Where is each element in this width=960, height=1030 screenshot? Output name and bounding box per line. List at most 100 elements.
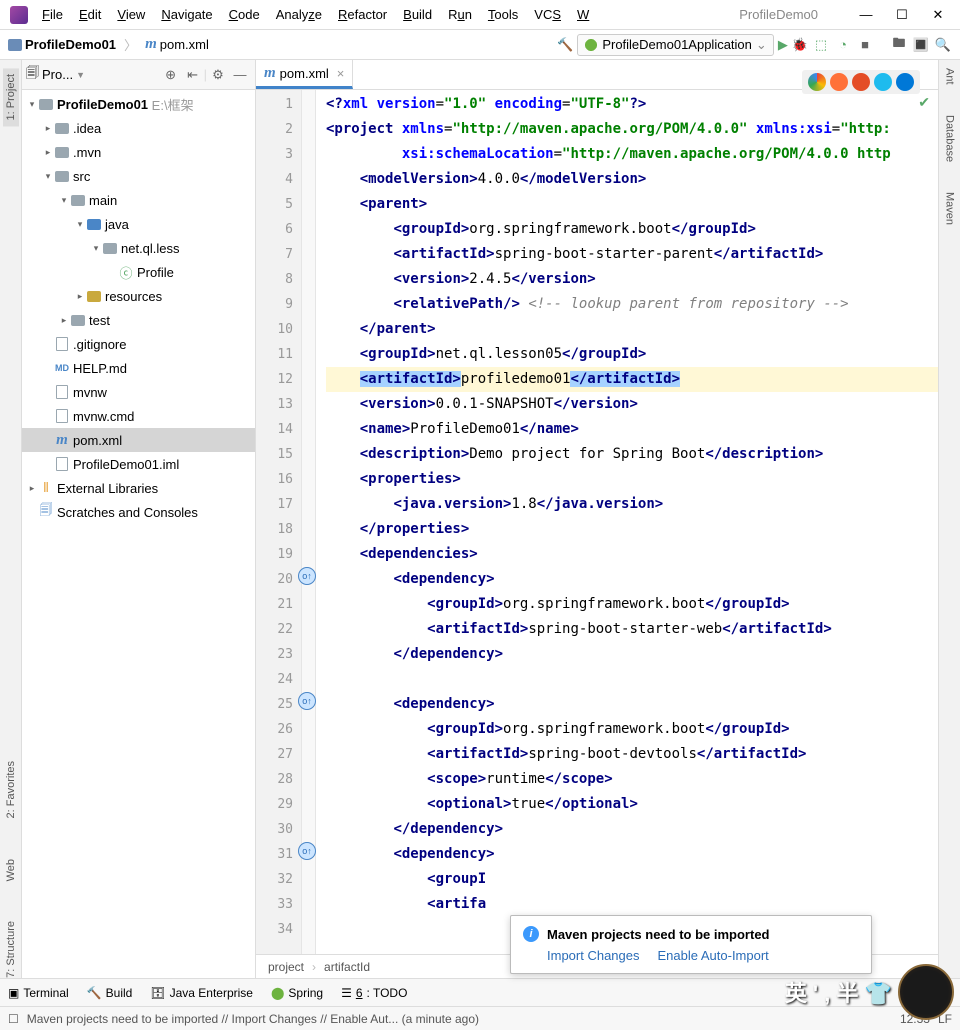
breadcrumb-root-label: ProfileDemo01	[25, 37, 116, 52]
tree-mvnw[interactable]: mvnw	[22, 380, 255, 404]
tree-gitignore[interactable]: .gitignore	[22, 332, 255, 356]
breadcrumb-file[interactable]: m pom.xml	[145, 36, 209, 53]
javaee-icon: 🗄	[150, 986, 165, 1000]
tree-class[interactable]: ⓒProfile	[22, 260, 255, 284]
menu-code[interactable]: Code	[221, 3, 268, 26]
editor[interactable]: 1234567891011121314151617181920212223242…	[256, 90, 938, 954]
popup-autoimport-link[interactable]: Enable Auto-Import	[658, 948, 769, 963]
tree-mvnwcmd[interactable]: mvnw.cmd	[22, 404, 255, 428]
bottom-todo[interactable]: ☰6: TODO	[341, 986, 407, 1000]
menu-vcs[interactable]: VCS	[526, 3, 569, 26]
watermark-avatar	[898, 964, 954, 1020]
tree-test[interactable]: ▸test	[22, 308, 255, 332]
breadcrumb-project[interactable]: project	[268, 960, 304, 974]
update-button[interactable]: 🖿	[890, 34, 908, 56]
close-icon[interactable]: ×	[337, 66, 345, 81]
window-maximize[interactable]: ☐	[884, 3, 920, 27]
rail-project[interactable]: 1: Project	[3, 68, 19, 126]
menu-view[interactable]: View	[109, 3, 153, 26]
menu-edit[interactable]: Edit	[71, 3, 109, 26]
todo-icon: ☰	[341, 986, 352, 1000]
tree-java[interactable]: ▾java	[22, 212, 255, 236]
menu-navigate[interactable]: Navigate	[153, 3, 220, 26]
gutter-arrow-icon[interactable]: o↑	[298, 842, 316, 860]
popup-title: Maven projects need to be imported	[547, 927, 770, 942]
project-pane-title[interactable]: Pro...	[42, 67, 73, 82]
line-gutter: 1234567891011121314151617181920212223242…	[256, 90, 302, 954]
breadcrumb-artifact[interactable]: artifactId	[324, 960, 370, 974]
rail-favorites[interactable]: 2: Favorites	[5, 761, 17, 818]
breadcrumb-root[interactable]: ProfileDemo01	[8, 37, 116, 52]
breadcrumb-sep: 〉	[124, 35, 137, 54]
menu-file[interactable]: File	[34, 3, 71, 26]
bottom-build[interactable]: 🔨Build	[87, 986, 133, 1000]
watermark: 英 ' , 半 👕	[785, 964, 954, 1020]
gear-icon[interactable]: ⚙	[207, 67, 229, 83]
tree-scratches[interactable]: 🗐Scratches and Consoles	[22, 500, 255, 524]
rail-maven[interactable]: Maven	[944, 192, 956, 225]
chrome-icon[interactable]	[808, 73, 826, 91]
menu-build[interactable]: Build	[395, 3, 440, 26]
menu-analyze[interactable]: Analyze	[268, 3, 330, 26]
project-pane: 🗐 Pro... ▼ ⊕ ⇤ | ⚙ — ▾ProfileDemo01 E:\框…	[22, 60, 256, 978]
firefox-icon[interactable]	[830, 73, 848, 91]
tree-main[interactable]: ▾main	[22, 188, 255, 212]
fold-gutter[interactable]: o↑ o↑ o↑	[302, 90, 316, 954]
project-tree[interactable]: ▾ProfileDemo01 E:\框架 ▸.idea ▸.mvn ▾src ▾…	[22, 90, 255, 978]
search-icon[interactable]: 🔍	[934, 37, 952, 53]
search-everywhere-icon[interactable]: 🔳	[912, 37, 930, 53]
window-close[interactable]: ✕	[920, 3, 956, 27]
bottom-spring[interactable]: ⬤Spring	[271, 986, 323, 1000]
info-icon: i	[523, 926, 539, 942]
tree-mvn[interactable]: ▸.mvn	[22, 140, 255, 164]
tree-resources[interactable]: ▸resources	[22, 284, 255, 308]
rail-structure[interactable]: 7: Structure	[5, 921, 17, 978]
breadcrumb-file-label: pom.xml	[160, 37, 209, 52]
menu-run[interactable]: Run	[440, 3, 480, 26]
profiler-button[interactable]: ◔	[834, 37, 852, 52]
toolbar: ProfileDemo01 〉 m pom.xml 🔨 ProfileDemo0…	[0, 30, 960, 60]
rail-ant[interactable]: Ant	[944, 68, 956, 85]
target-icon[interactable]: ⊕	[160, 67, 182, 83]
run-config-label: ProfileDemo01Application	[602, 37, 752, 52]
tree-external-libs[interactable]: ▸⫴External Libraries	[22, 476, 255, 500]
hide-icon[interactable]: —	[229, 67, 251, 82]
tree-pom[interactable]: mpom.xml	[22, 428, 255, 452]
tree-root[interactable]: ▾ProfileDemo01 E:\框架	[22, 92, 255, 116]
browser-icon[interactable]	[852, 73, 870, 91]
browser-icons-overlay[interactable]	[802, 70, 920, 94]
status-message: Maven projects need to be imported // Im…	[27, 1012, 892, 1026]
run-config-selector[interactable]: ProfileDemo01Application ⌄	[577, 34, 774, 56]
bottom-javaee[interactable]: 🗄Java Enterprise	[150, 986, 253, 1000]
popup-import-link[interactable]: Import Changes	[547, 948, 640, 963]
menu-refactor[interactable]: Refactor	[330, 3, 395, 26]
spring-icon	[584, 38, 598, 52]
tree-help[interactable]: MDHELP.md	[22, 356, 255, 380]
run-button[interactable]: ▶	[778, 37, 788, 53]
collapse-icon[interactable]: ⇤	[182, 67, 204, 83]
menu-tools[interactable]: Tools	[480, 3, 526, 26]
tree-idea[interactable]: ▸.idea	[22, 116, 255, 140]
edge-icon[interactable]	[896, 73, 914, 91]
gutter-arrow-icon[interactable]: o↑	[298, 692, 316, 710]
tree-iml[interactable]: ProfileDemo01.iml	[22, 452, 255, 476]
coverage-button[interactable]: ⬚	[812, 37, 830, 53]
debug-button[interactable]: 🐞	[792, 37, 808, 53]
rail-web[interactable]: Web	[5, 859, 17, 881]
maven-file-icon: m	[145, 36, 157, 53]
tree-pkg[interactable]: ▾net.ql.less	[22, 236, 255, 260]
bottom-terminal[interactable]: ▣Terminal	[8, 986, 69, 1000]
build-icon[interactable]: 🔨	[557, 37, 573, 53]
status-icon[interactable]: ☐	[8, 1012, 19, 1026]
editor-tab-pom[interactable]: m pom.xml ×	[256, 60, 353, 89]
menu-window[interactable]: W	[569, 3, 597, 26]
rail-database[interactable]: Database	[944, 115, 956, 162]
stop-button[interactable]: ■	[856, 37, 874, 52]
menubar: File Edit View Navigate Code Analyze Ref…	[0, 0, 960, 30]
tree-src[interactable]: ▾src	[22, 164, 255, 188]
code-area[interactable]: <?xml version="1.0" encoding="UTF-8"?><p…	[316, 90, 938, 954]
gutter-arrow-icon[interactable]: o↑	[298, 567, 316, 585]
window-minimize[interactable]: —	[848, 3, 884, 26]
project-pane-icon: 🗐	[26, 64, 39, 86]
ie-icon[interactable]	[874, 73, 892, 91]
